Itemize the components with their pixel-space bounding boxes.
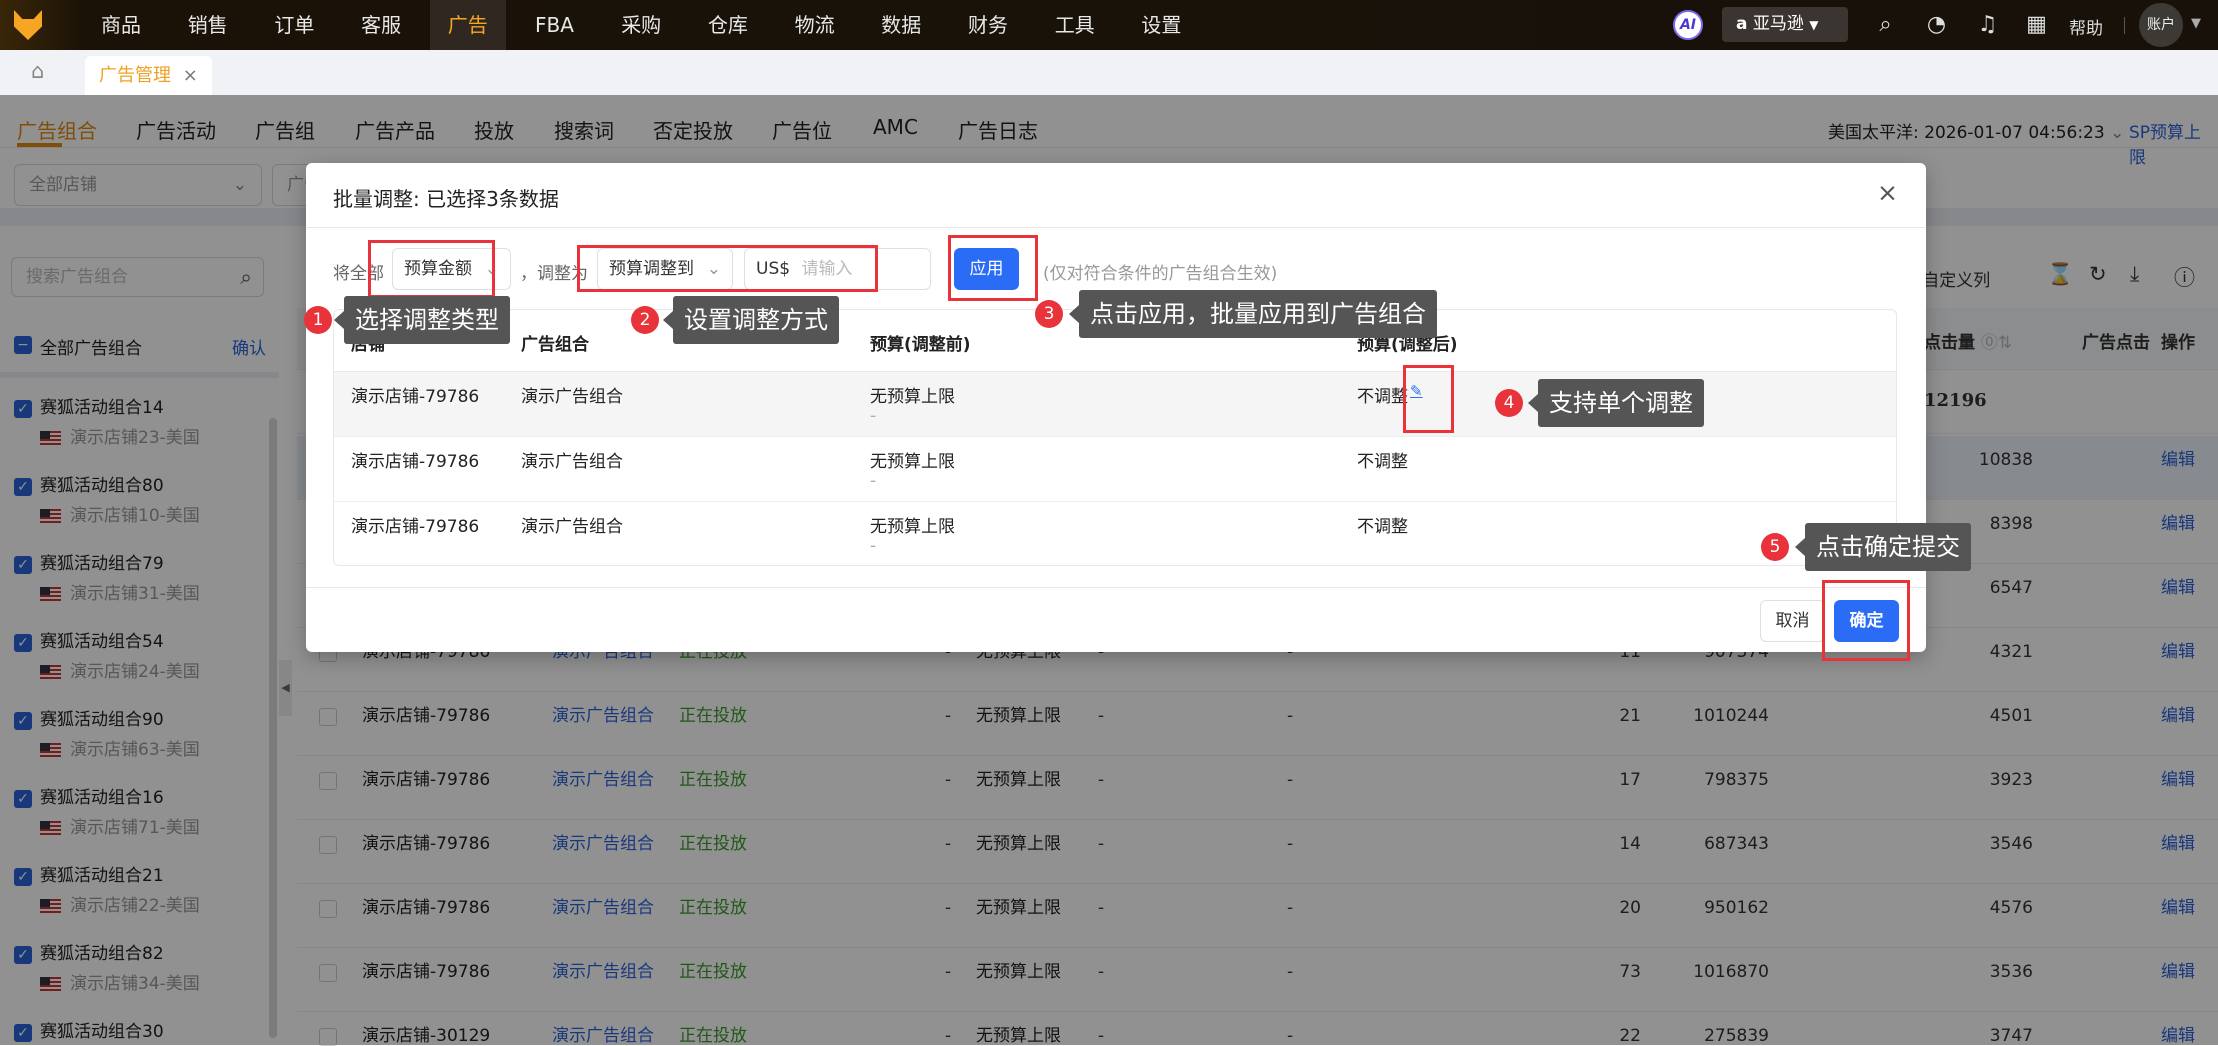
header-budget-before: 预算(调整前): [870, 335, 971, 355]
row-budget-before-sub: -: [870, 536, 877, 556]
marketplace-select[interactable]: a 亚马逊 ▼: [1722, 7, 1848, 42]
callout-3: 点击应用，批量应用到广告组合: [1069, 290, 1437, 338]
highlight-box-3: [948, 235, 1038, 301]
step-badge-5: 5: [1761, 533, 1789, 561]
cancel-button[interactable]: 取消: [1760, 600, 1825, 642]
adjust-row: 演示店铺-79786 演示广告组合 无预算上限 - 不调整: [334, 502, 1896, 565]
step-badge-4: 4: [1495, 389, 1523, 417]
step-badge-3: 3: [1035, 300, 1063, 328]
help-link[interactable]: 帮助: [2069, 14, 2103, 39]
caret-down-icon: ▼: [1809, 18, 1819, 32]
nav-item[interactable]: 财务: [950, 0, 1026, 50]
row-portfolio: 演示广告组合: [521, 517, 623, 537]
row-budget-before: 无预算上限: [870, 452, 955, 472]
highlight-box-1: [368, 240, 495, 298]
row-budget-before-sub: -: [870, 406, 877, 426]
close-icon[interactable]: ×: [183, 65, 198, 86]
nav-item[interactable]: 工具: [1037, 0, 1113, 50]
account-caret-icon[interactable]: ▼: [2191, 16, 2201, 31]
logo-icon[interactable]: [14, 10, 42, 40]
nav-item[interactable]: 物流: [777, 0, 853, 50]
adjust-row: 演示店铺-79786 演示广告组合 无预算上限 - 不调整: [334, 437, 1896, 502]
callout-1: 选择调整类型: [334, 296, 510, 344]
row-store: 演示店铺-79786: [351, 387, 480, 407]
nav-item[interactable]: 商品: [83, 0, 159, 50]
nav-item[interactable]: 数据: [863, 0, 939, 50]
row-budget-after: 不调整: [1357, 452, 1408, 472]
row-portfolio: 演示广告组合: [521, 452, 623, 472]
headset-icon[interactable]: ◔: [1924, 12, 1949, 37]
callout-4: 支持单个调整: [1528, 379, 1704, 427]
apply-hint: (仅对符合条件的广告组合生效): [1043, 264, 1278, 284]
highlight-box-5: [1822, 580, 1910, 661]
tab-bar: ⌂ 广告管理 ×: [0, 50, 2218, 95]
amazon-icon: a: [1736, 14, 1748, 34]
row-budget-after: 不调整: [1357, 517, 1408, 537]
bell-icon[interactable]: ♫: [1975, 12, 2000, 37]
row-budget-before: 无预算上限: [870, 517, 955, 537]
divider: [2124, 17, 2125, 34]
modal-title: 批量调整: 已选择3条数据: [333, 187, 559, 211]
close-icon[interactable]: ×: [1877, 178, 1898, 207]
home-icon[interactable]: ⌂: [31, 59, 44, 83]
row-budget-before: 无预算上限: [870, 387, 955, 407]
callout-5: 点击确定提交: [1795, 523, 1971, 571]
highlight-box-4: [1403, 365, 1454, 433]
nav-item[interactable]: 销售: [170, 0, 246, 50]
highlight-box-2: [577, 245, 878, 292]
divider: [306, 227, 1926, 228]
nav-item[interactable]: 广告: [429, 0, 506, 50]
apps-grid-icon[interactable]: ▦: [2024, 12, 2049, 37]
row-budget-before-sub: -: [870, 471, 877, 491]
nav-item[interactable]: 设置: [1123, 0, 1199, 50]
nav-item[interactable]: 客服: [343, 0, 419, 50]
tab-label: 广告管理: [99, 65, 171, 86]
ai-button[interactable]: AI: [1673, 10, 1703, 40]
row-budget-after: 不调整: [1357, 387, 1408, 407]
marketplace-label: 亚马逊: [1752, 14, 1804, 34]
top-nav: 商品 销售 订单 客服 广告 FBA 采购 仓库 物流 数据 财务 工具 设置 AI a 亚马逊 ▼ ⌕…: [0, 0, 2218, 50]
tab-ad-management[interactable]: 广告管理 ×: [85, 56, 212, 95]
row-portfolio: 演示广告组合: [521, 387, 623, 407]
nav-item[interactable]: FBA: [517, 0, 593, 50]
nav-item[interactable]: 采购: [603, 0, 679, 50]
nav-item[interactable]: 订单: [256, 0, 332, 50]
nav-item[interactable]: 仓库: [690, 0, 766, 50]
row-store: 演示店铺-79786: [351, 517, 480, 537]
callout-2: 设置调整方式: [663, 296, 839, 344]
step-badge-2: 2: [631, 306, 659, 334]
row-store: 演示店铺-79786: [351, 452, 480, 472]
adjust-table: 店铺 广告组合 预算(调整前) 预算(调整后) 演示店铺-79786 演示广告组合…: [333, 309, 1897, 566]
step-badge-1: 1: [304, 306, 332, 334]
account-avatar[interactable]: 账户: [2139, 3, 2183, 47]
divider: [306, 587, 1926, 588]
header-portfolio: 广告组合: [521, 335, 589, 355]
search-icon[interactable]: ⌕: [1873, 12, 1898, 37]
